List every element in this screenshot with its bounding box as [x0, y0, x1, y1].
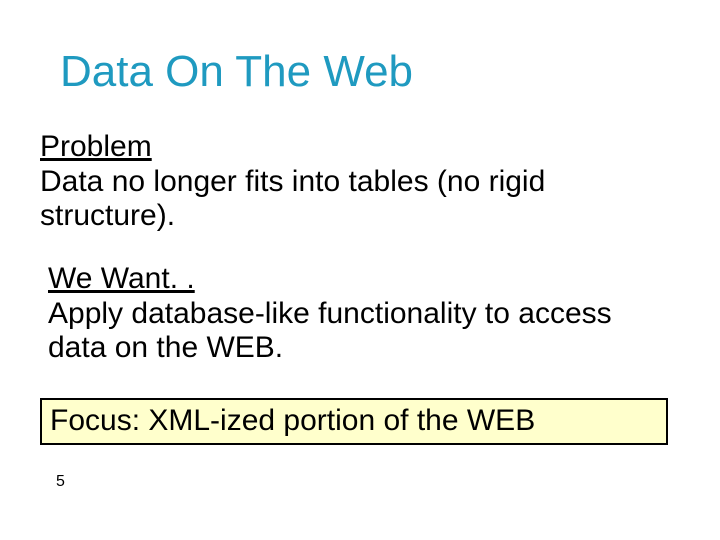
- slide: Data On The Web Problem Data no longer f…: [0, 0, 720, 540]
- focus-box: Focus: XML-ized portion of the WEB: [40, 398, 668, 445]
- want-body: Apply database-like functionality to acc…: [48, 297, 660, 366]
- want-block: We Want. . Apply database-like functiona…: [48, 262, 660, 366]
- problem-heading: Problem: [40, 130, 660, 165]
- page-number: 5: [56, 473, 65, 491]
- problem-body: Data no longer fits into tables (no rigi…: [40, 165, 660, 234]
- slide-title: Data On The Web: [60, 48, 413, 96]
- want-heading: We Want. .: [48, 262, 660, 297]
- problem-block: Problem Data no longer fits into tables …: [40, 130, 660, 234]
